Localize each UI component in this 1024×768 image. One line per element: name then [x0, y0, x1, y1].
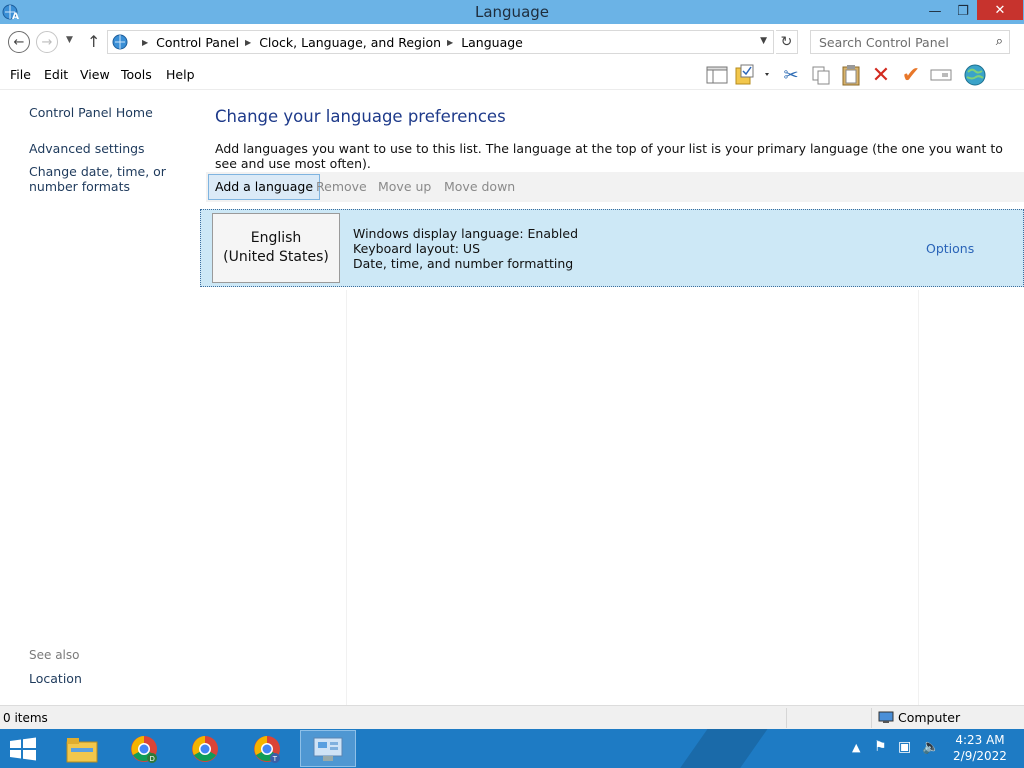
menu-view[interactable]: View	[80, 67, 110, 82]
page-title: Change your language preferences	[215, 107, 506, 126]
cut-icon[interactable]: ✂	[776, 62, 806, 88]
item-count: 0 items	[3, 711, 48, 725]
sidebar-link-location[interactable]: Location	[29, 671, 194, 686]
restore-button[interactable]: ❐	[950, 0, 976, 22]
status-location-label: Computer	[898, 710, 961, 725]
toolbar: ✂ ✕ ✔	[702, 62, 990, 88]
status-location: Computer	[878, 710, 960, 725]
properties-folder-icon[interactable]	[732, 62, 776, 88]
start-button[interactable]	[8, 737, 38, 761]
up-button[interactable]: ↑	[87, 32, 100, 51]
taskbar-chrome[interactable]	[177, 730, 233, 767]
menu-file[interactable]: File	[10, 67, 31, 82]
paste-icon[interactable]	[836, 62, 866, 88]
taskbar-control-panel[interactable]	[300, 730, 356, 767]
search-input[interactable]: Search Control Panel ⌕	[810, 30, 1010, 54]
checkmark-icon[interactable]: ✔	[896, 62, 926, 88]
refresh-button[interactable]: ↻	[776, 30, 798, 54]
column-divider	[918, 290, 919, 705]
main-content: Change your language preferences Add lan…	[200, 90, 1024, 705]
taskbar-decoration	[658, 729, 782, 768]
breadcrumb-separator-icon: ▶	[142, 37, 149, 47]
language-detail-keyboard: Keyboard layout: US	[353, 241, 481, 256]
delete-icon[interactable]: ✕	[866, 62, 896, 88]
sidebar-link-control-panel-home[interactable]: Control Panel Home	[29, 105, 194, 120]
taskbar-file-explorer[interactable]	[54, 730, 110, 767]
taskbar-clock[interactable]: 4:23 AM 2/9/2022	[948, 732, 1012, 764]
search-placeholder: Search Control Panel	[819, 34, 949, 50]
move-up-button[interactable]: Move up	[378, 179, 431, 194]
breadcrumb-language[interactable]: Language	[461, 35, 523, 50]
arrow-left-icon: ←	[13, 34, 25, 50]
see-also-label: See also	[29, 648, 80, 662]
command-bar: Add a language Remove Move up Move down	[206, 172, 1024, 202]
control-panel-icon	[112, 34, 128, 50]
status-bar: 0 items Computer	[0, 705, 1024, 729]
arrow-up-icon: ↑	[87, 32, 101, 51]
clock-date: 2/9/2022	[953, 749, 1007, 763]
file-explorer-icon	[66, 737, 98, 762]
status-divider	[871, 708, 872, 728]
search-icon[interactable]: ⌕	[996, 34, 1003, 49]
preview-pane-icon[interactable]	[702, 62, 732, 88]
language-list-item[interactable]: English (United States) Windows display …	[200, 209, 1024, 287]
language-detail-display: Windows display language: Enabled	[353, 226, 579, 241]
minimize-button[interactable]: —	[920, 0, 950, 22]
copy-icon[interactable]	[806, 62, 836, 88]
chrome-profile-d-icon: D	[131, 735, 157, 763]
action-center-flag-icon[interactable]: ⚑	[874, 739, 887, 755]
network-icon[interactable]: ▣	[898, 739, 911, 755]
speaker-muted-icon[interactable]: 🔈	[922, 739, 939, 755]
chrome-profile-t-icon: T	[254, 735, 280, 763]
breadcrumb-separator-icon: ▶	[245, 37, 252, 47]
language-tile[interactable]: English (United States)	[212, 213, 340, 283]
menu-edit[interactable]: Edit	[44, 67, 68, 82]
taskbar-chrome-profile-d[interactable]: D	[116, 730, 172, 767]
remove-button[interactable]: Remove	[316, 179, 367, 194]
chevron-down-icon: ▼	[66, 35, 73, 45]
sidebar-link-change-date-time-formats[interactable]: Change date, time, or number formats	[29, 164, 194, 194]
address-row: ← → ▼ ↑ ▶ Control Panel ▶ Clock, Languag…	[0, 24, 1024, 60]
add-language-button[interactable]: Add a language	[208, 174, 321, 200]
taskbar: D T ▲ ⚑ ▣ 🔈 4:23 AM 2/9/2022	[0, 729, 1024, 768]
sidebar-link-advanced-settings[interactable]: Advanced settings	[29, 141, 194, 156]
status-divider	[786, 708, 787, 728]
forward-button[interactable]: →	[36, 31, 58, 53]
title-bar: A Language — ❐ ✕	[0, 0, 1024, 24]
globe-icon[interactable]	[960, 62, 990, 88]
breadcrumb-control-panel[interactable]: Control Panel	[156, 35, 239, 50]
refresh-icon: ↻	[780, 34, 793, 50]
menu-bar: File Edit View Tools Help ✂ ✕ ✔	[0, 60, 1024, 90]
menu-help[interactable]: Help	[166, 67, 195, 82]
show-hidden-icons-button[interactable]: ▲	[852, 741, 860, 754]
menu-tools[interactable]: Tools	[121, 67, 152, 82]
address-bar[interactable]: ▶ Control Panel ▶ Clock, Language, and R…	[107, 30, 774, 54]
clock-time: 4:23 AM	[955, 733, 1005, 747]
left-navigation-pane: Control Panel Home Advanced settings Cha…	[0, 90, 200, 705]
language-options-link[interactable]: Options	[926, 241, 974, 256]
back-button[interactable]: ←	[8, 31, 30, 53]
language-details: Windows display language: Enabled Keyboa…	[353, 226, 578, 271]
arrow-right-icon: →	[41, 34, 53, 50]
page-description: Add languages you want to use to this li…	[215, 141, 1003, 171]
window-title: Language	[474, 3, 550, 21]
move-down-button[interactable]: Move down	[444, 179, 515, 194]
close-button[interactable]: ✕	[977, 0, 1023, 20]
svg-text:T: T	[272, 755, 278, 763]
breadcrumb-separator-icon: ▶	[447, 37, 454, 47]
svg-text:D: D	[150, 755, 155, 763]
language-detail-formatting: Date, time, and number formatting	[353, 256, 574, 271]
control-panel-icon	[313, 737, 343, 761]
computer-icon	[878, 711, 894, 723]
breadcrumb-clock-language-region[interactable]: Clock, Language, and Region	[259, 35, 441, 50]
chrome-icon	[192, 735, 218, 762]
recent-locations-dropdown[interactable]: ▼	[66, 35, 73, 45]
column-divider	[346, 290, 347, 705]
taskbar-chrome-profile-t[interactable]: T	[239, 730, 295, 767]
address-dropdown-icon[interactable]: ▼	[760, 36, 767, 46]
rename-icon[interactable]	[926, 62, 956, 88]
